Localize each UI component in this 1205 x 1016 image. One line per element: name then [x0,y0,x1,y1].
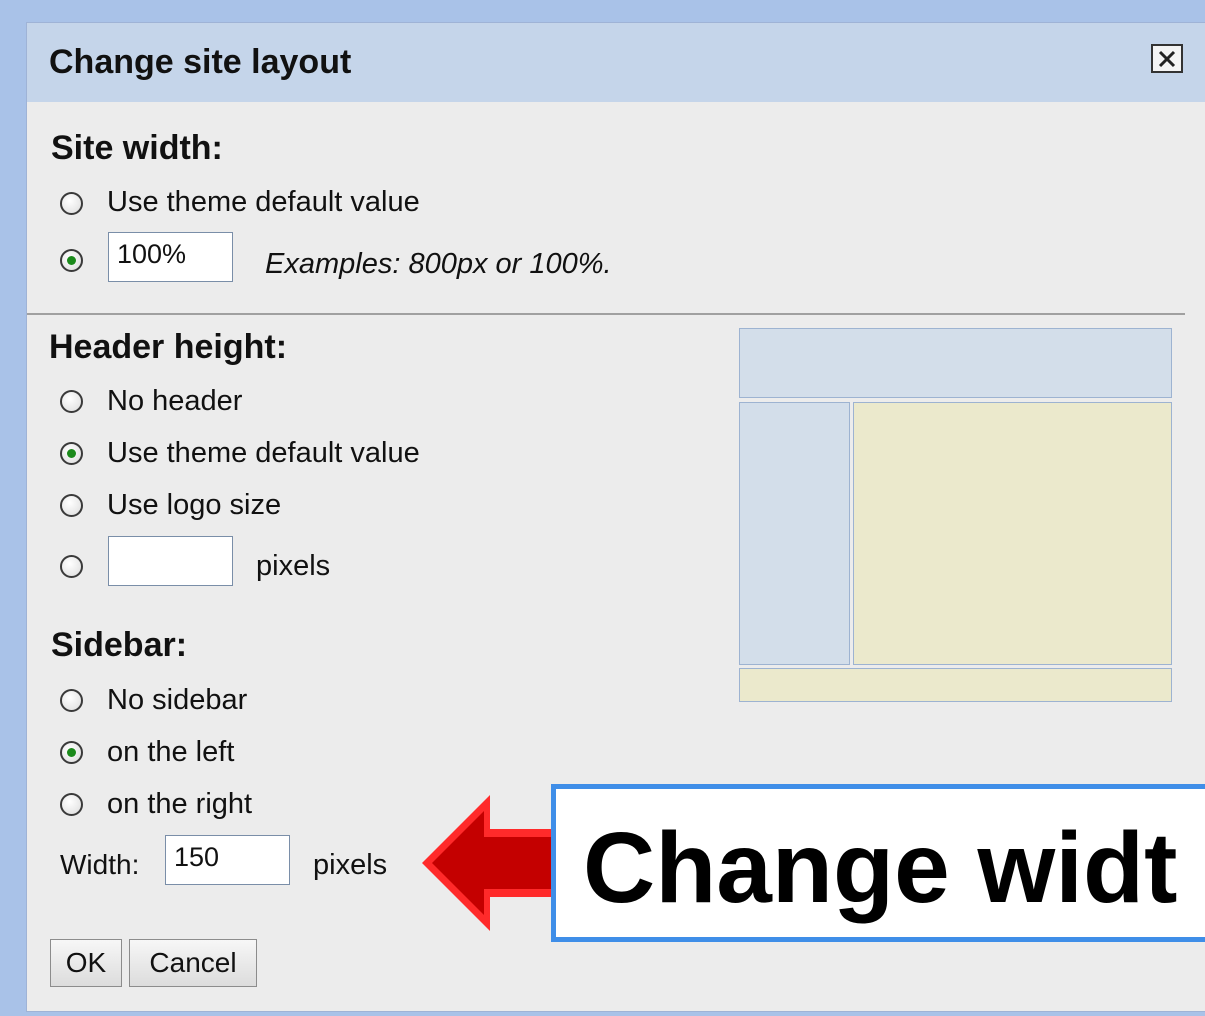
sidebar-left-label: on the left [107,736,235,768]
ok-button[interactable]: OK [50,939,122,987]
site-width-input[interactable]: 100% [108,232,233,282]
preview-sidebar [739,402,850,665]
sidebar-pixels-label: pixels [313,849,388,881]
annotation-callout: Change widt [551,784,1205,942]
site-width-heading: Site width: [51,129,223,167]
site-width-custom-radio[interactable] [60,249,83,272]
header-theme-default-radio[interactable] [60,442,83,465]
header-height-input[interactable] [108,536,233,586]
sidebar-none-radio[interactable] [60,689,83,712]
header-no-header-label: No header [107,385,243,417]
header-logo-size-radio[interactable] [60,494,83,517]
sidebar-none-label: No sidebar [107,684,248,716]
dialog-title: Change site layout [49,43,352,81]
site-width-default-radio[interactable] [60,192,83,215]
close-icon[interactable] [1151,44,1183,73]
site-width-default-label: Use theme default value [107,186,420,218]
section-divider [27,313,1185,315]
header-custom-radio[interactable] [60,555,83,578]
header-no-header-radio[interactable] [60,390,83,413]
close-x-icon [1158,50,1176,67]
site-width-examples: Examples: 800px or 100%. [265,248,612,280]
sidebar-heading: Sidebar: [51,626,188,664]
sidebar-right-label: on the right [107,788,253,820]
header-pixels-label: pixels [256,550,331,582]
sidebar-width-label: Width: [60,849,140,880]
preview-footer [739,668,1172,702]
sidebar-width-input[interactable]: 150 [165,835,290,885]
preview-header [739,328,1172,398]
dialog-titlebar: Change site layout [27,23,1205,102]
red-left-arrow-icon [422,795,558,931]
header-height-heading: Header height: [49,328,288,366]
preview-content [853,402,1172,665]
sidebar-left-radio[interactable] [60,741,83,764]
sidebar-right-radio[interactable] [60,793,83,816]
cancel-button[interactable]: Cancel [129,939,257,987]
callout-text: Change widt [583,812,1178,924]
header-theme-default-label: Use theme default value [107,437,420,469]
header-logo-size-label: Use logo size [107,489,282,521]
